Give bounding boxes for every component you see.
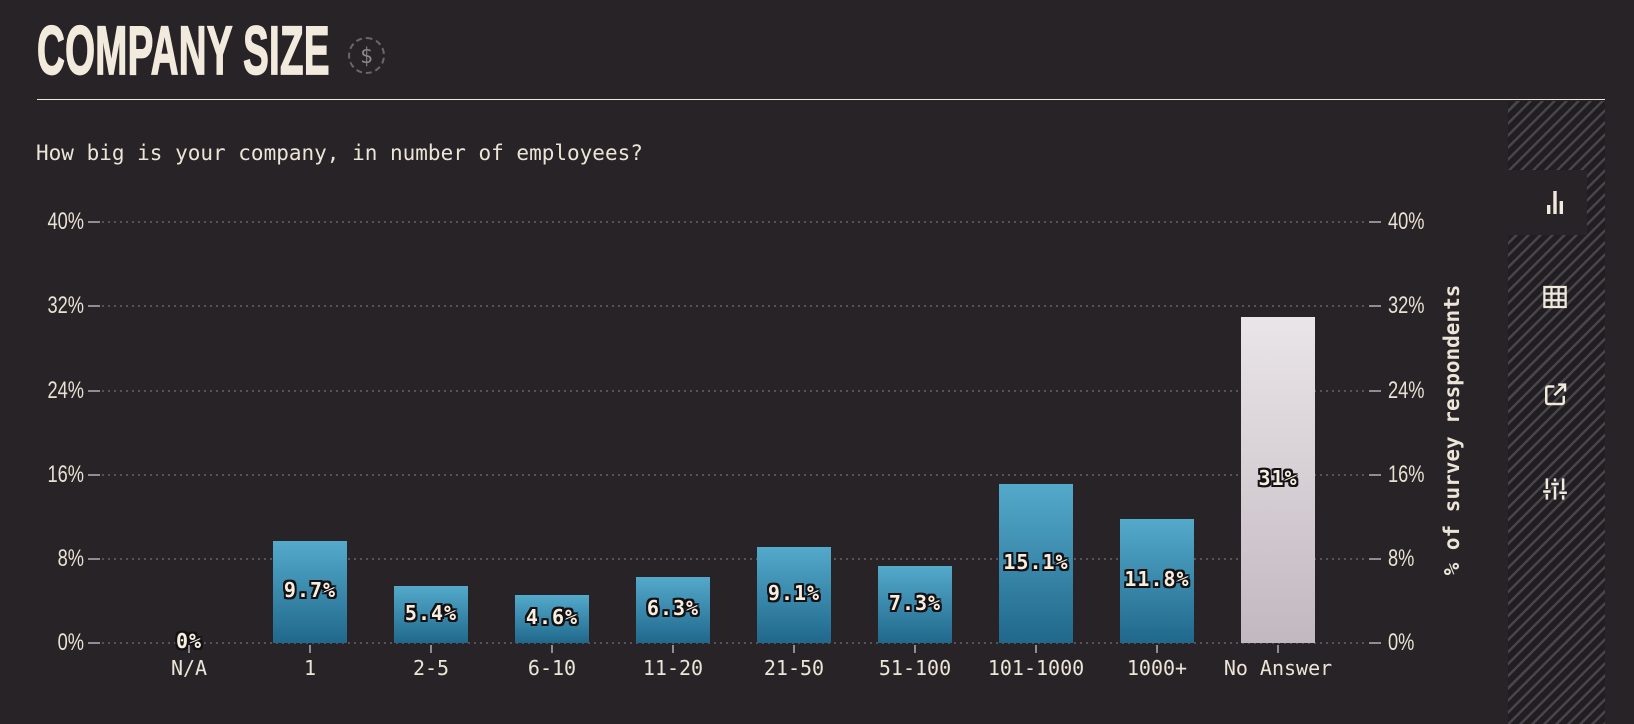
x-axis-tick — [430, 645, 432, 653]
x-axis-tick — [551, 645, 553, 653]
x-axis-tick — [793, 645, 795, 653]
y-axis-tick-left — [88, 305, 100, 307]
x-axis-tick — [914, 645, 916, 653]
y-axis-tick-left — [88, 390, 100, 392]
y-axis-tick-left — [88, 642, 100, 644]
bar-value-label: 7.3% — [888, 591, 942, 615]
y-axis-tick-right — [1369, 390, 1381, 392]
y-tick-label-right: 8% — [1388, 545, 1415, 572]
x-axis-tick — [309, 645, 311, 653]
y-tick-label-right: 16% — [1388, 461, 1425, 488]
y-axis-tick-left — [88, 221, 100, 223]
y-tick-label-right: 40% — [1388, 208, 1425, 235]
sidebar-chart-view-button[interactable] — [1539, 186, 1571, 218]
y-tick-label-left: 16% — [47, 461, 84, 488]
table-icon — [1543, 285, 1567, 309]
x-axis-tick — [1035, 645, 1037, 653]
y-tick-label-right: 0% — [1388, 629, 1415, 656]
y-axis-tick-right — [1369, 474, 1381, 476]
external-link-icon — [1545, 383, 1567, 406]
y-tick-label-left: 8% — [57, 545, 84, 572]
survey-question: How big is your company, in number of em… — [36, 141, 643, 165]
y-axis-tick-left — [88, 558, 100, 560]
y-axis-tick-right — [1369, 305, 1381, 307]
bar-value-label: 11.8% — [1124, 567, 1190, 591]
y-tick-label-left: 32% — [47, 292, 84, 319]
y-axis-title: % of survey respondents — [1440, 284, 1464, 576]
x-axis-tick — [672, 645, 674, 653]
y-tick-label-right: 24% — [1388, 377, 1425, 404]
x-axis-tick — [188, 645, 190, 653]
y-axis-tick-left — [88, 474, 100, 476]
gridline — [102, 390, 1367, 392]
y-tick-label-right: 32% — [1388, 292, 1425, 319]
survey-results-page: COMPANY SIZE $ How big is your company, … — [0, 0, 1634, 724]
x-axis-tick — [1156, 645, 1158, 653]
sliders-icon — [1543, 478, 1567, 500]
gridline — [102, 305, 1367, 307]
y-tick-label-left: 24% — [47, 377, 84, 404]
currency-badge[interactable]: $ — [348, 37, 385, 74]
gridline — [102, 221, 1367, 223]
y-axis-tick-right — [1369, 558, 1381, 560]
dollar-icon: $ — [360, 43, 373, 68]
sidebar-table-view-button[interactable] — [1539, 281, 1571, 313]
y-tick-label-left: 40% — [47, 208, 84, 235]
x-axis-tick — [1277, 645, 1279, 653]
x-tick-label: No Answer — [1223, 656, 1333, 680]
sidebar-external-link-button[interactable] — [1539, 378, 1571, 410]
y-axis-tick-right — [1369, 642, 1381, 644]
header-divider — [37, 99, 1605, 100]
gridline — [102, 474, 1367, 476]
bar-chart-icon — [1547, 191, 1563, 214]
bar-value-label: 31% — [1258, 466, 1298, 490]
bar-value-label: 9.7% — [283, 578, 337, 602]
page-title: COMPANY SIZE — [37, 13, 330, 90]
y-tick-label-left: 0% — [57, 629, 84, 656]
sidebar-filters-button[interactable] — [1539, 473, 1571, 505]
y-axis-tick-right — [1369, 221, 1381, 223]
